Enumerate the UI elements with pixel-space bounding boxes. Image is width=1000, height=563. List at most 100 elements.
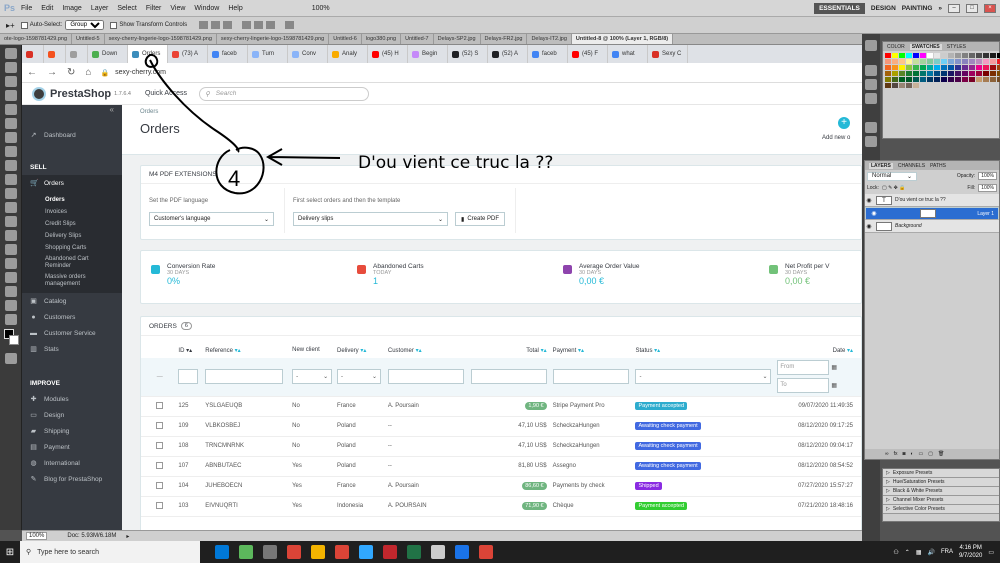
clock[interactable]: 4:16 PM 9/7/2020 — [959, 544, 982, 560]
tab-color[interactable]: COLOR — [887, 44, 905, 50]
browser-tab[interactable]: Down — [88, 45, 128, 63]
collapse-sidebar-icon[interactable]: « — [22, 105, 122, 117]
swatch[interactable] — [927, 71, 933, 76]
menu-help[interactable]: Help — [228, 5, 242, 12]
swatch[interactable] — [955, 59, 961, 64]
sidebar-item-modules[interactable]: ✚ Modules — [22, 391, 122, 407]
input-language[interactable]: FRA — [941, 549, 953, 555]
browser-tab[interactable] — [22, 45, 44, 63]
kpi-card[interactable]: Abandoned Carts TODAY 1 — [357, 263, 424, 286]
swatch[interactable] — [913, 83, 919, 88]
swatch[interactable] — [962, 71, 968, 76]
swatch[interactable] — [885, 59, 891, 64]
kpi-card[interactable]: Net Profit per V 30 DAYS 0,00 € — [769, 263, 829, 286]
sidebar-item-customer-service[interactable]: ▬ Customer Service — [22, 325, 122, 341]
swatch[interactable] — [948, 59, 954, 64]
swatch[interactable] — [962, 53, 968, 58]
distribute-icon[interactable] — [242, 21, 252, 29]
layer-row[interactable]: ◉ Layer 1 — [865, 207, 999, 220]
sidebar-item-catalog[interactable]: ▣ Catalog — [22, 293, 122, 309]
swatch[interactable] — [990, 65, 996, 70]
swatch[interactable] — [934, 59, 940, 64]
menu-file[interactable]: File — [21, 5, 32, 12]
pdf-template-select[interactable]: Delivery slips ⌄ — [293, 212, 448, 226]
dodge-tool-icon[interactable] — [5, 230, 17, 241]
column-header-delivery[interactable]: Delivery ▾▴ — [337, 342, 388, 358]
eye-icon[interactable]: ◉ — [865, 197, 873, 204]
layer-row[interactable]: ◉ T D'ou vient ce truc la ?? — [865, 194, 999, 207]
tab-styles[interactable]: STYLES — [947, 44, 966, 50]
calendar-icon[interactable]: ▦ — [831, 382, 837, 389]
swatch[interactable] — [969, 77, 975, 82]
doc-tab[interactable]: Untitled-6 — [329, 34, 362, 44]
swatch[interactable] — [976, 77, 982, 82]
sidebar-item-payment[interactable]: ▤ Payment — [22, 439, 122, 455]
swatch[interactable] — [948, 71, 954, 76]
swatch[interactable] — [906, 77, 912, 82]
marquee-tool-icon[interactable] — [5, 62, 17, 73]
type-tool-icon[interactable] — [5, 258, 17, 269]
browser-tab[interactable] — [44, 45, 66, 63]
swatch[interactable] — [906, 59, 912, 64]
swatch[interactable] — [899, 77, 905, 82]
doc-tab[interactable]: Untitled-5 — [72, 34, 105, 44]
path-select-icon[interactable] — [5, 272, 17, 283]
swatch[interactable] — [885, 53, 891, 58]
browser-tab[interactable]: faceb — [208, 45, 248, 63]
auto-select-dropdown[interactable]: Group — [65, 20, 105, 30]
swatch[interactable] — [906, 83, 912, 88]
swatch[interactable] — [983, 53, 989, 58]
menu-filter[interactable]: Filter — [146, 5, 162, 12]
url-field[interactable]: sexy-cherry.com — [115, 69, 166, 76]
swatch[interactable] — [885, 83, 891, 88]
browser-tab[interactable]: (52) S — [448, 45, 488, 63]
swatch[interactable] — [955, 65, 961, 70]
doc-tab[interactable]: sexy-cherry-lingerie-logo-1598781429.png — [217, 34, 330, 44]
filter-reference[interactable] — [205, 369, 284, 385]
browser-tab[interactable]: Orders — [128, 45, 168, 63]
swatch[interactable] — [899, 83, 905, 88]
brush-tool-icon[interactable] — [5, 146, 17, 157]
workspace-design[interactable]: DESIGN — [871, 5, 896, 12]
character-panel-icon[interactable] — [865, 122, 877, 133]
crop-tool-icon[interactable] — [5, 104, 17, 115]
filter-id[interactable] — [178, 369, 199, 385]
back-icon[interactable]: ← — [27, 67, 37, 78]
swatch[interactable] — [920, 71, 926, 76]
breadcrumb[interactable]: Orders — [140, 109, 158, 115]
swatch[interactable] — [948, 53, 954, 58]
workspace-essentials[interactable]: ESSENTIALS — [814, 2, 865, 14]
browser-tab[interactable] — [66, 45, 88, 63]
submenu-shopping-carts[interactable]: Shopping Carts — [22, 242, 122, 254]
cell-status[interactable]: Payment accepted — [635, 396, 778, 417]
swatch[interactable] — [941, 59, 947, 64]
browser-tab[interactable]: (52) A — [488, 45, 528, 63]
swatch[interactable] — [885, 71, 891, 76]
swatch[interactable] — [948, 77, 954, 82]
preset-item[interactable]: ▷ Exposure Presets — [883, 469, 999, 478]
doc-tab[interactable]: logo380.png — [362, 34, 402, 44]
preset-item[interactable]: ▷ Black & White Presets — [883, 487, 999, 496]
browser-tab[interactable]: Sexy C — [648, 45, 688, 63]
submenu-credit-slips[interactable]: Credit Slips — [22, 218, 122, 230]
workspace-painting[interactable]: PAINTING — [902, 5, 933, 12]
swatch[interactable] — [920, 59, 926, 64]
taskbar-app-icon[interactable] — [407, 545, 421, 559]
doc-tab[interactable]: sexy-cherry-lingerie-logo-1598781429.png — [105, 34, 217, 44]
tab-swatches[interactable]: SWATCHES — [909, 43, 942, 50]
sidebar-item-customers[interactable]: ● Customers — [22, 309, 122, 325]
filter-total[interactable] — [470, 369, 547, 385]
history-panel-icon[interactable] — [865, 40, 877, 51]
blur-tool-icon[interactable] — [5, 216, 17, 227]
cell-status[interactable]: Awaiting check payment — [635, 416, 778, 437]
swatch[interactable] — [955, 77, 961, 82]
browser-tab[interactable]: Begin — [408, 45, 448, 63]
folder-icon[interactable]: ▭ — [919, 451, 924, 457]
fill-field[interactable]: 100% — [978, 184, 997, 192]
swatch[interactable] — [906, 71, 912, 76]
search-input[interactable]: ⚲ Search — [198, 86, 369, 101]
row-checkbox[interactable] — [156, 501, 164, 509]
column-header-date[interactable]: Date ▾▴ — [777, 342, 861, 358]
taskbar-app-icon[interactable] — [479, 545, 493, 559]
table-row[interactable]: 103 EIVNUQRTI Yes Indonesia A. POURSAIN 71,90… — [141, 496, 861, 517]
